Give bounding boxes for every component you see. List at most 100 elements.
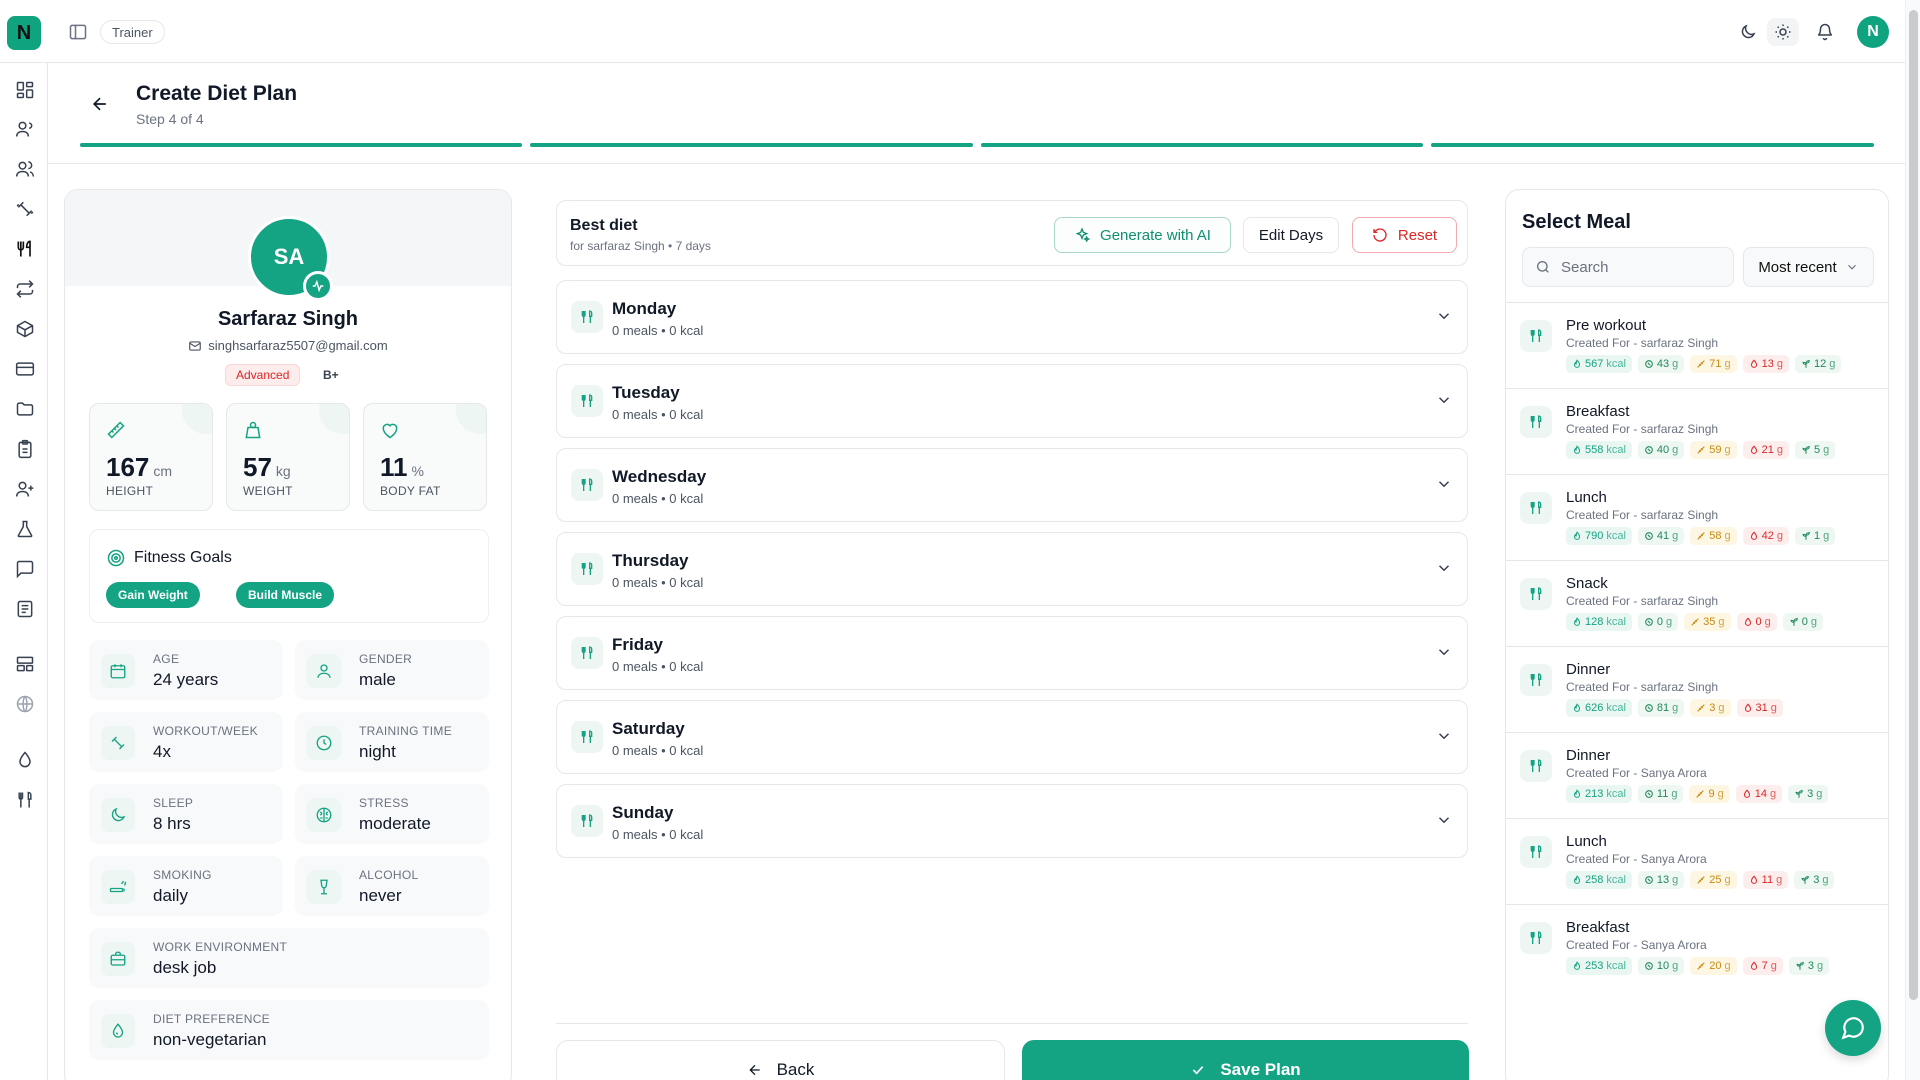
sparkles-icon: [1074, 227, 1091, 243]
chevron-down-icon[interactable]: [1435, 559, 1453, 577]
sync-icon[interactable]: [14, 278, 36, 300]
generate-with-ai-button[interactable]: Generate with AI: [1054, 217, 1231, 253]
briefcase-icon: [101, 942, 135, 976]
macro-row: 128 kcal 0 g 35 g 0 g 0 g: [1566, 613, 1824, 631]
meal-item[interactable]: Breakfast Created For - sarfaraz Singh 558…: [1506, 388, 1888, 474]
fitness-goals-title: Fitness Goals: [134, 549, 232, 566]
leaf-drop-icon: [101, 1014, 135, 1048]
meal-item[interactable]: Lunch Created For - Sanya Arora 258 kcal 13 g…: [1506, 818, 1888, 904]
meal-item[interactable]: Dinner Created For - sarfaraz Singh 626 kca…: [1506, 646, 1888, 732]
meal-tools-icon[interactable]: [14, 789, 36, 811]
client-email-text: singhsarfaraz5507@gmail.com: [208, 338, 388, 353]
bell-icon[interactable]: [1814, 21, 1836, 43]
macro-value: 31: [1755, 702, 1768, 714]
user-avatar[interactable]: N: [1857, 16, 1889, 48]
scrollbar-thumb[interactable]: [1909, 10, 1918, 1000]
day-row-sunday[interactable]: Sunday 0 meals • 0 kcal: [556, 784, 1468, 858]
meal-created-for: Created For - sarfaraz Singh: [1566, 680, 1719, 694]
meal-item[interactable]: Snack Created For - sarfaraz Singh 128 kcal…: [1506, 560, 1888, 646]
dashboard-icon[interactable]: [14, 79, 36, 101]
globe-icon[interactable]: [14, 693, 36, 715]
breadcrumb[interactable]: Trainer: [100, 20, 165, 44]
edit-days-button[interactable]: Edit Days: [1243, 217, 1339, 253]
sprout-icon: [1794, 789, 1804, 799]
flame-icon: [1572, 359, 1582, 369]
chat-icon[interactable]: [14, 558, 36, 580]
layout-icon[interactable]: [14, 653, 36, 675]
stat-label: HEIGHT: [106, 484, 154, 498]
meal-created-for: Created For - sarfaraz Singh: [1566, 422, 1719, 436]
chevron-down-icon[interactable]: [1435, 475, 1453, 493]
package-icon[interactable]: [14, 318, 36, 340]
meal-created-for: Created For - Sanya Arora: [1566, 852, 1707, 866]
macro-value: 128: [1585, 616, 1604, 628]
reports-icon[interactable]: [14, 598, 36, 620]
day-row-wednesday[interactable]: Wednesday 0 meals • 0 kcal: [556, 448, 1468, 522]
back-arrow-icon[interactable]: [90, 94, 110, 114]
moon-icon[interactable]: [1737, 21, 1759, 43]
workout-icon[interactable]: [14, 198, 36, 220]
chevron-down-icon[interactable]: [1435, 643, 1453, 661]
meal-item[interactable]: Breakfast Created For - Sanya Arora 253 kca…: [1506, 904, 1888, 990]
add-user-icon[interactable]: [14, 478, 36, 500]
info-training-time: TRAINING TIME night: [295, 712, 489, 772]
app-logo[interactable]: N: [7, 16, 41, 50]
generate-label: Generate with AI: [1100, 226, 1211, 244]
macro-value: 558: [1585, 444, 1604, 456]
chevron-down-icon[interactable]: [1435, 727, 1453, 745]
macro-value: 11: [1761, 874, 1774, 886]
chat-fab-button[interactable]: [1825, 1000, 1881, 1056]
drop-icon: [1743, 703, 1753, 713]
diet-icon[interactable]: [14, 238, 36, 260]
info-label: ALCOHOL: [359, 868, 419, 882]
day-row-saturday[interactable]: Saturday 0 meals • 0 kcal: [556, 700, 1468, 774]
chevron-down-icon[interactable]: [1435, 391, 1453, 409]
macro-unit: g: [1810, 616, 1818, 628]
macro-value: 58: [1709, 530, 1722, 542]
macro-value: 5: [1814, 444, 1821, 456]
macro-fat: 0g: [1736, 613, 1777, 631]
clients-icon[interactable]: [14, 158, 36, 180]
back-button[interactable]: Back: [556, 1040, 1005, 1080]
info-value: desk job: [153, 958, 217, 977]
day-row-monday[interactable]: Monday 0 meals • 0 kcal: [556, 280, 1468, 354]
clipboard-icon[interactable]: [14, 438, 36, 460]
day-row-tuesday[interactable]: Tuesday 0 meals • 0 kcal: [556, 364, 1468, 438]
macro-unit: kcal: [1606, 358, 1626, 370]
meal-item[interactable]: Pre workout Created For - sarfaraz Singh 5…: [1506, 302, 1888, 388]
reset-button[interactable]: Reset: [1352, 217, 1457, 253]
macro-kcal: 213 kcal: [1566, 785, 1632, 803]
search-input[interactable]: [1561, 258, 1711, 276]
meal-name: Pre workout: [1566, 317, 1647, 334]
stat-value: 11%: [380, 452, 424, 482]
macro-unit: g: [1769, 788, 1777, 800]
macro-unit: g: [1823, 444, 1830, 456]
day-row-friday[interactable]: Friday 0 meals • 0 kcal: [556, 616, 1468, 690]
page-scrollbar[interactable]: [1905, 0, 1920, 1080]
macro-value: 43: [1656, 358, 1670, 370]
meal-created-for: Created For - sarfaraz Singh: [1566, 508, 1719, 522]
meal-search[interactable]: [1522, 247, 1734, 287]
sidebar-toggle-icon[interactable]: [68, 22, 88, 42]
meal-item[interactable]: Dinner Created For - Sanya Arora 213 kcal 11…: [1506, 732, 1888, 818]
meal-name: Breakfast: [1566, 919, 1630, 936]
day-row-thursday[interactable]: Thursday 0 meals • 0 kcal: [556, 532, 1468, 606]
activity-icon: [303, 271, 333, 301]
users-icon[interactable]: [14, 118, 36, 140]
billing-icon[interactable]: [14, 358, 36, 380]
plan-name[interactable]: Best diet: [570, 217, 638, 235]
save-plan-button[interactable]: Save Plan: [1022, 1040, 1469, 1080]
sort-select[interactable]: Most recent: [1743, 247, 1874, 287]
info-label: WORK ENVIRONMENT: [153, 940, 288, 954]
info-label: AGE: [153, 652, 180, 666]
meal-item[interactable]: Lunch Created For - sarfaraz Singh 790 kcal…: [1506, 474, 1888, 560]
water-drop-icon[interactable]: [14, 749, 36, 771]
chevron-down-icon[interactable]: [1435, 307, 1453, 325]
info-value: 4x: [153, 742, 171, 761]
lab-icon[interactable]: [14, 518, 36, 540]
folder-icon[interactable]: [14, 398, 36, 420]
macro-value: 0: [1801, 616, 1808, 628]
stat-height: 167 cm HEIGHT: [89, 403, 213, 511]
macro-value: 21: [1761, 444, 1774, 456]
chevron-down-icon[interactable]: [1435, 811, 1453, 829]
